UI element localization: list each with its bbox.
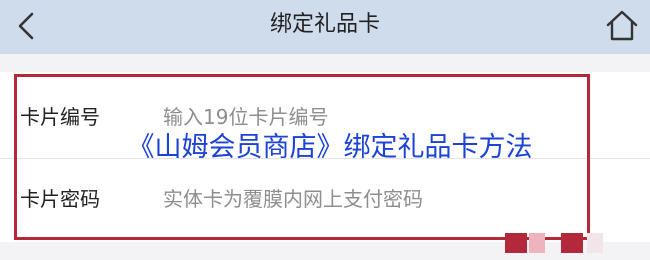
watermark-block: [561, 233, 583, 253]
home-icon[interactable]: [602, 6, 642, 46]
page-title: 绑定礼品卡: [269, 12, 380, 37]
watermark-block: [529, 233, 545, 253]
top-nav-bar: 绑定礼品卡: [0, 0, 650, 54]
watermark-block: [587, 233, 603, 253]
watermark-block: [505, 233, 527, 253]
highlight-frame: [14, 74, 590, 240]
